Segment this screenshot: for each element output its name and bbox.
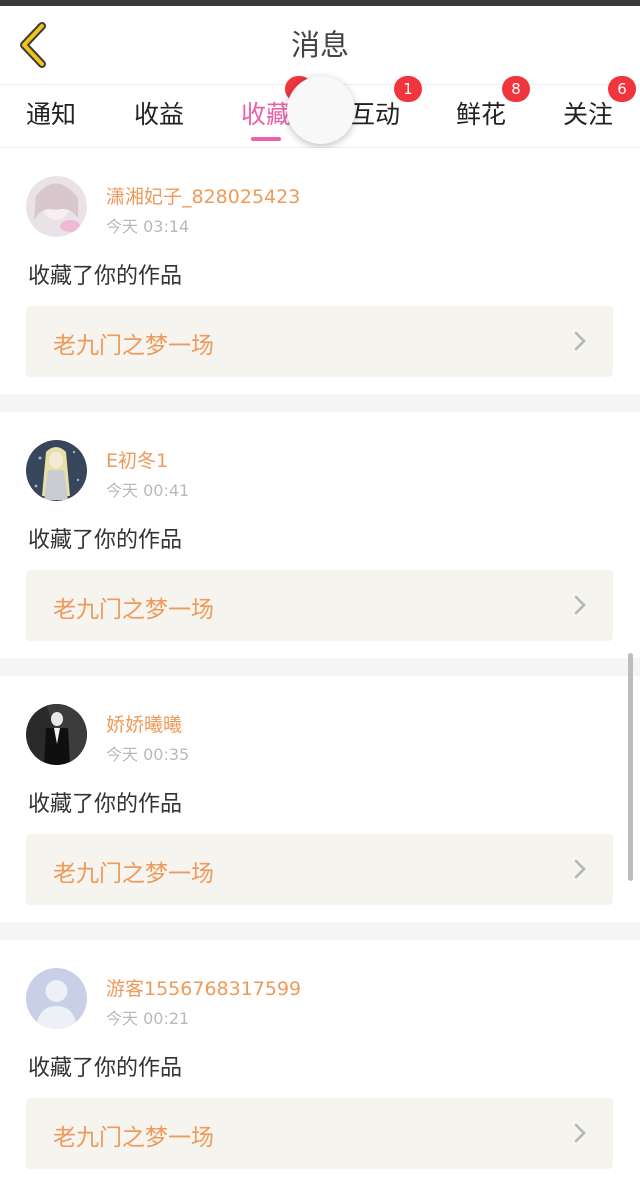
tab-label: 关注: [563, 100, 614, 129]
work-link[interactable]: 老九门之梦一场: [26, 570, 613, 641]
work-title: 老九门之梦一场: [53, 1125, 214, 1151]
divider: [0, 394, 640, 412]
tab-flowers[interactable]: 鲜花: [456, 95, 506, 135]
scrollbar[interactable]: [628, 653, 633, 881]
floating-assistive-button[interactable]: [287, 76, 355, 144]
avatar[interactable]: [26, 968, 87, 1029]
work-title: 老九门之梦一场: [53, 861, 214, 887]
timestamp: 今天 00:21: [106, 1009, 190, 1028]
header: 消息: [0, 6, 640, 85]
action-text: 收藏了你的作品: [28, 792, 183, 817]
work-link[interactable]: 老九门之梦一场: [26, 834, 613, 905]
chevron-right-icon: [574, 595, 586, 615]
list-item: E初冬1 今天 00:41 收藏了你的作品 老九门之梦一场: [0, 412, 640, 658]
active-tab-indicator: [251, 137, 281, 141]
list-item: 娇娇曦曦 今天 00:35 收藏了你的作品 老九门之梦一场: [0, 676, 640, 922]
username[interactable]: 娇娇曦曦: [106, 710, 182, 737]
tab-label: 互动: [350, 100, 401, 129]
timestamp: 今天 00:35: [106, 745, 190, 764]
tab-label: 鲜花: [456, 100, 507, 129]
action-text: 收藏了你的作品: [28, 264, 183, 289]
tab-label: 通知: [26, 100, 77, 129]
list-item: 游客1556768317599 今天 00:21 收藏了你的作品 老九门之梦一场: [0, 940, 640, 1186]
username[interactable]: 潇湘妃子_828025423: [106, 182, 300, 209]
work-title: 老九门之梦一场: [53, 597, 214, 623]
username[interactable]: E初冬1: [106, 446, 168, 473]
work-link[interactable]: 老九门之梦一场: [26, 306, 613, 377]
chevron-right-icon: [574, 1123, 586, 1143]
username[interactable]: 游客1556768317599: [106, 974, 301, 1001]
chevron-right-icon: [574, 331, 586, 351]
tab-earnings[interactable]: 收益: [134, 95, 184, 135]
tab-label: 收藏: [241, 100, 292, 129]
divider: [0, 658, 640, 676]
tab-following[interactable]: 关注: [563, 95, 613, 135]
page-title: 消息: [290, 28, 349, 62]
tab-badge-following: 6: [608, 76, 636, 102]
avatar[interactable]: [26, 704, 87, 765]
tab-badge-flowers: 8: [502, 76, 530, 102]
tab-notifications[interactable]: 通知: [26, 95, 76, 135]
tab-badge-interactions: 1: [394, 76, 422, 102]
tab-favorites[interactable]: 收藏: [241, 95, 292, 141]
timestamp: 今天 03:14: [106, 217, 190, 236]
timestamp: 今天 00:41: [106, 481, 190, 500]
action-text: 收藏了你的作品: [28, 1056, 183, 1081]
list-item: 潇湘妃子_828025423 今天 03:14 收藏了你的作品 老九门之梦一场: [0, 148, 640, 394]
work-title: 老九门之梦一场: [53, 333, 214, 359]
tab-label: 收益: [134, 100, 185, 129]
divider: [0, 922, 640, 940]
chevron-right-icon: [574, 859, 586, 879]
avatar[interactable]: [26, 440, 87, 501]
tab-interactions[interactable]: 互动: [350, 95, 400, 135]
avatar[interactable]: [26, 176, 87, 237]
action-text: 收藏了你的作品: [28, 528, 183, 553]
work-link[interactable]: 老九门之梦一场: [26, 1098, 613, 1169]
